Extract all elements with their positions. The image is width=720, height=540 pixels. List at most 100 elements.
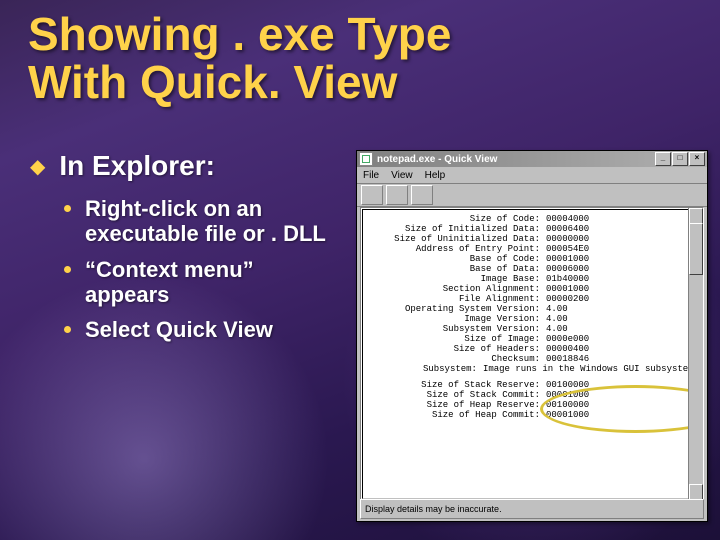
row-value: 4.00 [546, 324, 699, 334]
data-row: Size of Stack Reserve:00100000 [365, 380, 699, 390]
quickview-window: notepad.exe - Quick View _ □ × File View… [356, 150, 708, 522]
bullet-item: Select Quick View [64, 317, 330, 342]
data-row: Size of Code:00004000 [365, 214, 699, 224]
app-icon [359, 152, 373, 166]
row-value: 00001000 [546, 284, 699, 294]
row-value: 00100000 [546, 380, 699, 390]
data-row: Base of Code:00001000 [365, 254, 699, 264]
row-label: Size of Uninitialized Data: [365, 234, 546, 244]
data-row: Base of Data:00006000 [365, 264, 699, 274]
row-label: Base of Data: [365, 264, 546, 274]
rows-block-2: Size of Stack Reserve:00100000Size of St… [365, 380, 699, 420]
row-label: Subsystem: [365, 364, 483, 374]
data-row: Size of Heap Reserve:00100000 [365, 400, 699, 410]
menu-help[interactable]: Help [425, 170, 446, 181]
toolbar-button[interactable] [361, 185, 383, 205]
row-value: 00006400 [546, 224, 699, 234]
row-value: 4.00 [546, 304, 699, 314]
data-row: Image Version:4.00 [365, 314, 699, 324]
data-row: Image Base:01b40000 [365, 274, 699, 284]
data-row: Address of Entry Point:000054E0 [365, 244, 699, 254]
bullet-text: Select Quick View [85, 317, 273, 342]
row-value: 00001000 [546, 410, 699, 420]
vertical-scrollbar[interactable] [688, 208, 703, 500]
toolbar-button[interactable] [386, 185, 408, 205]
data-row: Section Alignment:00001000 [365, 284, 699, 294]
bullet-item: “Context menu” appears [64, 257, 330, 308]
row-label: Size of Stack Commit: [365, 390, 546, 400]
row-label: File Alignment: [365, 294, 546, 304]
row-label: Size of Image: [365, 334, 546, 344]
row-label: Size of Heap Reserve: [365, 400, 546, 410]
row-value: 00000200 [546, 294, 699, 304]
bullet-text: Right-click on an executable file or . D… [85, 196, 330, 247]
close-button[interactable]: × [689, 152, 705, 166]
status-bar: Display details may be inaccurate. [360, 499, 704, 519]
dot-bullet-icon [64, 266, 71, 273]
data-row: Size of Headers:00000400 [365, 344, 699, 354]
row-label: Size of Code: [365, 214, 546, 224]
row-value: 01b40000 [546, 274, 699, 284]
data-row: Subsystem:Image runs in the Windows GUI … [365, 364, 699, 374]
content-block: ◆ In Explorer: Right-click on an executa… [30, 150, 330, 352]
slide: Showing . exe Type With Quick. View ◆ In… [0, 0, 720, 540]
bullet-text: “Context menu” appears [85, 257, 330, 308]
bullet-item: Right-click on an executable file or . D… [64, 196, 330, 247]
dot-bullet-icon [64, 205, 71, 212]
row-value: 00100000 [546, 400, 699, 410]
title-line-1: Showing . exe Type [28, 10, 451, 58]
row-value: 0000e000 [546, 334, 699, 344]
row-value: 00001000 [546, 390, 699, 400]
diamond-bullet-icon: ◆ [30, 154, 45, 179]
data-row: Operating System Version:4.00 [365, 304, 699, 314]
data-row: Size of Initialized Data:00006400 [365, 224, 699, 234]
status-text: Display details may be inaccurate. [365, 504, 502, 514]
toolbar [357, 184, 707, 207]
scroll-up-button[interactable] [689, 208, 703, 224]
row-label: Image Version: [365, 314, 546, 324]
menu-bar: File View Help [357, 167, 707, 184]
row-label: Checksum: [365, 354, 546, 364]
row-label: Base of Code: [365, 254, 546, 264]
heading-row: ◆ In Explorer: [30, 150, 330, 182]
window-title: notepad.exe - Quick View [377, 154, 655, 165]
row-label: Operating System Version: [365, 304, 546, 314]
row-value: 00018846 [546, 354, 699, 364]
data-row: Subsystem Version:4.00 [365, 324, 699, 334]
titlebar[interactable]: notepad.exe - Quick View _ □ × [357, 151, 707, 167]
row-value: Image runs in the Windows GUI subsystem. [483, 364, 699, 374]
content-pane: Size of Code:00004000Size of Initialized… [360, 207, 704, 501]
row-label: Size of Heap Commit: [365, 410, 546, 420]
scroll-thumb[interactable] [689, 223, 703, 275]
data-row: Size of Stack Commit:00001000 [365, 390, 699, 400]
data-row: Size of Image:0000e000 [365, 334, 699, 344]
row-value: 00006000 [546, 264, 699, 274]
row-label: Size of Stack Reserve: [365, 380, 546, 390]
rows-block-1: Size of Code:00004000Size of Initialized… [365, 214, 699, 374]
row-value: 000054E0 [546, 244, 699, 254]
row-value: 00004000 [546, 214, 699, 224]
menu-view[interactable]: View [391, 170, 413, 181]
row-label: Size of Headers: [365, 344, 546, 354]
maximize-button[interactable]: □ [672, 152, 688, 166]
row-label: Subsystem Version: [365, 324, 546, 334]
row-value: 00000400 [546, 344, 699, 354]
minimize-button[interactable]: _ [655, 152, 671, 166]
row-label: Size of Initialized Data: [365, 224, 546, 234]
row-value: 00001000 [546, 254, 699, 264]
heading-text: In Explorer: [59, 150, 215, 182]
scroll-down-button[interactable] [689, 484, 703, 500]
menu-file[interactable]: File [363, 170, 379, 181]
row-value: 4.00 [546, 314, 699, 324]
row-value: 00000000 [546, 234, 699, 244]
title-line-2: With Quick. View [28, 58, 451, 106]
data-row: File Alignment:00000200 [365, 294, 699, 304]
row-label: Image Base: [365, 274, 546, 284]
slide-title: Showing . exe Type With Quick. View [28, 10, 451, 107]
data-row: Size of Uninitialized Data:00000000 [365, 234, 699, 244]
toolbar-button[interactable] [411, 185, 433, 205]
window-buttons: _ □ × [655, 152, 705, 166]
data-row: Size of Heap Commit:00001000 [365, 410, 699, 420]
content-inner: Size of Code:00004000Size of Initialized… [362, 209, 702, 499]
dot-bullet-icon [64, 326, 71, 333]
